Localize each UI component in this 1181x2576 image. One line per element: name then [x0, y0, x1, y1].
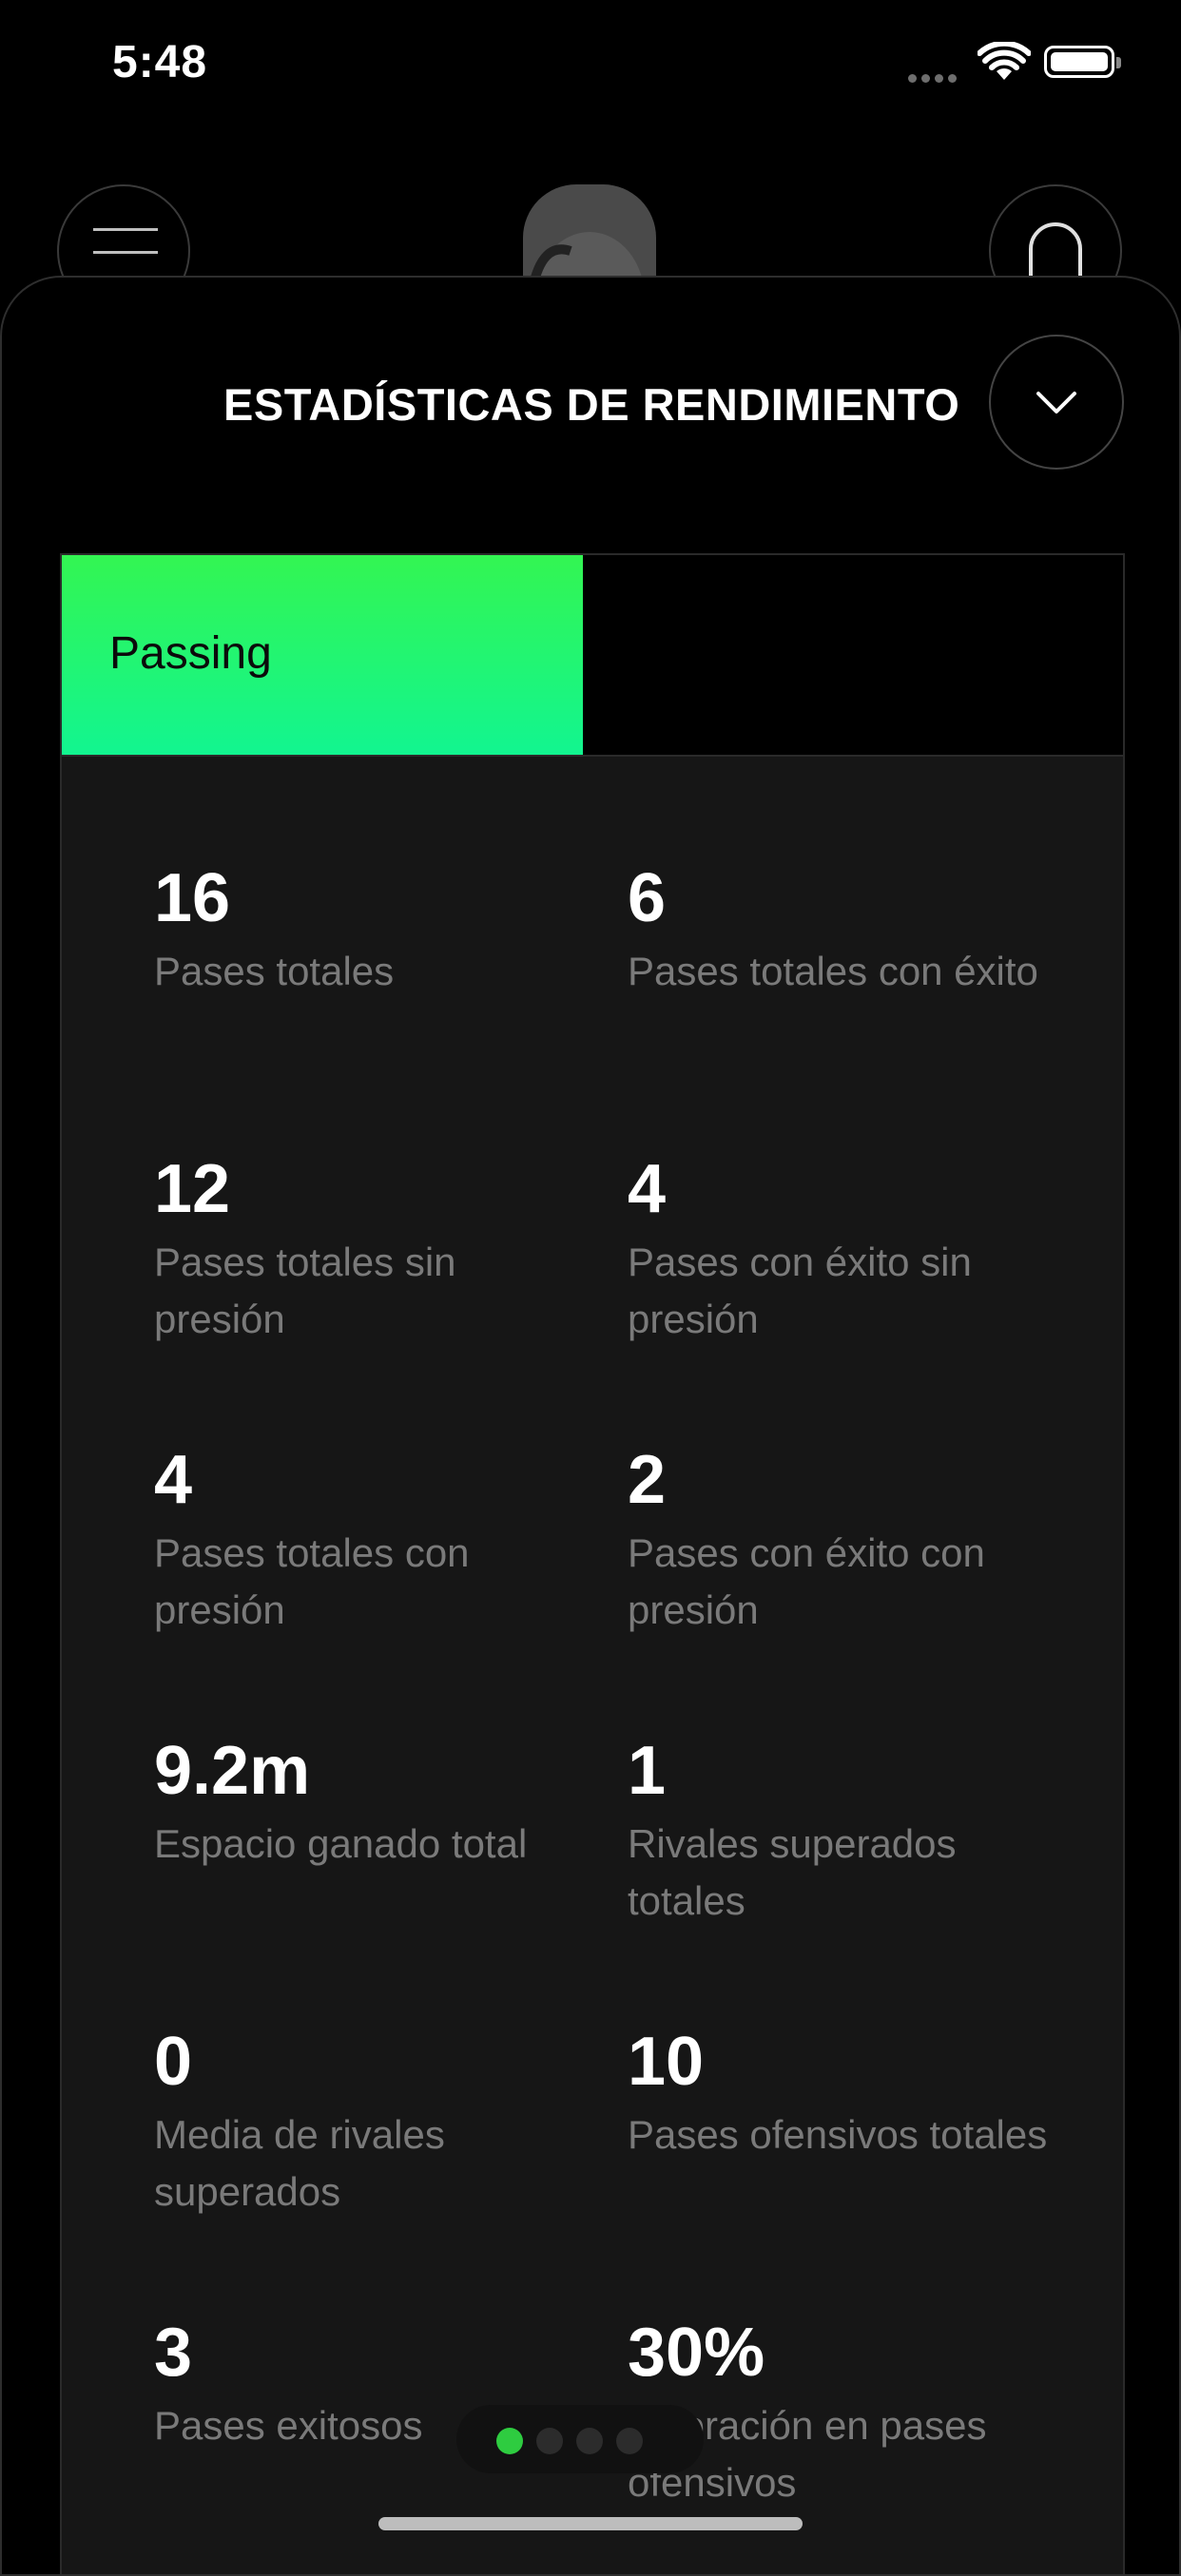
status-time: 5:48: [112, 37, 208, 87]
chevron-down-icon: [1036, 392, 1076, 413]
stat-value: 0: [154, 2024, 193, 2100]
stat-value: 4: [154, 1442, 193, 1518]
stat-value: 3: [154, 2315, 193, 2391]
stat-item: 4 Pases totales con presión: [154, 1441, 582, 1639]
stat-label: Rivales superados totales: [628, 1821, 957, 1923]
stat-label: Pases totales con éxito: [628, 949, 1038, 993]
stat-item: 4 Pases con éxito sin presión: [628, 1150, 1055, 1348]
stat-item: 6 Pases totales con éxito: [628, 859, 1055, 1000]
stat-item: 10 Pases ofensivos totales: [628, 2023, 1055, 2163]
stat-label: Pases ofensivos totales: [628, 2112, 1048, 2157]
stat-value: 12: [154, 1151, 231, 1227]
stat-tabs: Passing: [62, 555, 1123, 757]
battery-icon: [1044, 46, 1121, 78]
stats-card: Passing 16 Pases totales 6 Pases totales…: [60, 553, 1125, 2574]
stat-label: Pases totales: [154, 949, 395, 993]
stat-item: 16 Pases totales: [154, 859, 582, 1000]
stat-item: 12 Pases totales sin presión: [154, 1150, 582, 1348]
stat-value: 30%: [628, 2315, 765, 2391]
stat-label: Pases totales sin presión: [154, 1240, 456, 1341]
avatar[interactable]: [523, 184, 656, 289]
stat-item: 0 Media de rivales superados: [154, 2023, 582, 2220]
stat-label: Pases con éxito sin presión: [628, 1240, 972, 1341]
avatar-image: [528, 232, 645, 289]
stat-label: Media de rivales superados: [154, 2112, 445, 2214]
status-bar: 5:48: [0, 0, 1181, 133]
stat-item: 2 Pases con éxito con presión: [628, 1441, 1055, 1639]
stat-label: Pases totales con presión: [154, 1530, 470, 1632]
stat-value: 1: [628, 1733, 667, 1809]
stats-sheet: ESTADÍSTICAS DE RENDIMIENTO Passing 16 P…: [0, 276, 1181, 2576]
wifi-icon: [978, 42, 1031, 80]
page-dot[interactable]: [536, 2428, 563, 2454]
collapse-button[interactable]: [989, 335, 1124, 470]
page-dot-active[interactable]: [496, 2428, 523, 2454]
stat-value: 9.2m: [154, 1733, 311, 1809]
stat-label: Espacio ganado total: [154, 1821, 528, 1866]
signal-icon: [908, 70, 965, 83]
stat-value: 16: [154, 860, 231, 936]
sheet-title: ESTADÍSTICAS DE RENDIMIENTO: [223, 379, 960, 430]
page-dot[interactable]: [616, 2428, 643, 2454]
stat-value: 2: [628, 1442, 667, 1518]
stat-value: 10: [628, 2024, 705, 2100]
stat-value: 6: [628, 860, 667, 936]
stat-item: 9.2m Espacio ganado total: [154, 1732, 582, 1873]
tab-passing-label: Passing: [109, 628, 272, 679]
stat-item: 1 Rivales superados totales: [628, 1732, 1055, 1930]
home-indicator[interactable]: [378, 2517, 803, 2530]
page-dot[interactable]: [576, 2428, 603, 2454]
tab-passing[interactable]: Passing: [62, 555, 583, 755]
stat-value: 4: [628, 1151, 667, 1227]
page-indicator[interactable]: [456, 2405, 704, 2473]
stat-label: Pases con éxito con presión: [628, 1530, 985, 1632]
